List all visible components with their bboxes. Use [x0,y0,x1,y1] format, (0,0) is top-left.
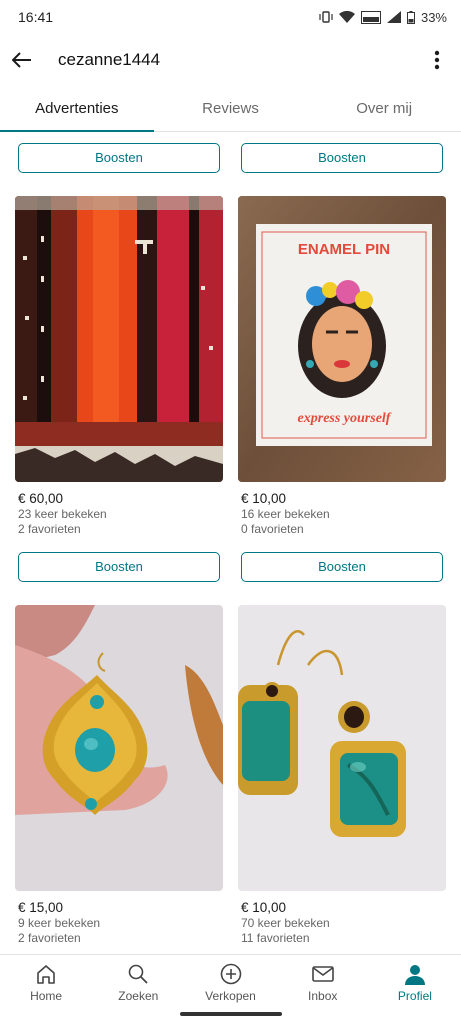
listing-favorites: 2 favorieten [18,931,81,945]
boost-button[interactable]: Boosten [18,552,220,582]
boost-button[interactable]: Boosten [18,143,220,173]
status-bar: 16:41 33% [0,0,461,34]
battery-percent: 33% [420,9,447,25]
listing-info: € 15,00 9 keer bekeken 2 favorieten [18,899,226,946]
home-indicator [180,1012,282,1016]
signal-icon [386,11,401,23]
home-icon [37,965,55,984]
tab-reviews[interactable]: Reviews [154,86,308,131]
nav-label: Profiel [397,989,432,1003]
app-bar: cezanne1444 [0,34,461,86]
status-time: 16:41 [18,9,54,25]
listing-photo-earring[interactable] [15,605,223,891]
listing-favorites: 11 favorieten [241,931,310,945]
tab-advertenties[interactable]: Advertenties [0,86,154,132]
more-vertical-icon [434,50,440,70]
status-icons: 33% [319,10,447,25]
listing-favorites: 2 favorieten [18,522,81,536]
pin-card-title: ENAMEL PIN [298,241,390,258]
listing-views: 9 keer bekeken [18,916,101,930]
listing-info: € 10,00 70 keer bekeken 11 favorieten [241,899,449,946]
listing-price: € 10,00 [241,900,287,915]
nav-search[interactable]: Zoeken [92,955,184,1024]
listings-grid: Boosten Boosten € 60,00 23 keer bekeken … [0,132,461,954]
listing-info: € 60,00 23 keer bekeken 2 favorieten [18,490,226,537]
boost-button[interactable]: Boosten [241,552,443,582]
nav-label: Zoeken [118,989,159,1003]
nav-label: Inbox [308,989,338,1003]
page-title: cezanne1444 [58,50,161,69]
vibrate-icon [319,11,333,23]
listing-price: € 60,00 [18,491,64,506]
listing-favorites: 0 favorieten [241,522,304,536]
listing-views: 23 keer bekeken [18,507,107,521]
back-button[interactable] [2,40,42,80]
person-icon [404,965,425,985]
mail-icon [311,966,334,982]
tab-over-mij[interactable]: Over mij [307,86,461,131]
battery-icon [406,10,415,24]
search-icon [128,964,148,984]
arrow-left-icon [12,52,31,68]
listing-photo-enamel-pin[interactable]: ENAMEL PIN express yourself [238,196,446,482]
listing-photo-earrings-pair[interactable] [238,605,446,891]
listing-price: € 10,00 [241,491,287,506]
lte-icon [360,10,381,24]
listing-views: 70 keer bekeken [241,916,330,930]
wifi-icon [338,11,355,23]
boost-button[interactable]: Boosten [241,143,443,173]
nav-profile[interactable]: Profiel [369,955,461,1024]
nav-inbox[interactable]: Inbox [277,955,369,1024]
listing-info: € 10,00 16 keer bekeken 0 favorieten [241,490,449,537]
nav-label: Verkopen [205,989,256,1003]
more-options-button[interactable] [419,40,455,80]
pin-card-caption: express yourself [298,411,392,426]
nav-label: Home [30,989,63,1003]
listing-price: € 15,00 [18,900,64,915]
profile-tabs: Advertenties Reviews Over mij [0,86,461,132]
nav-home[interactable]: Home [0,955,92,1024]
plus-circle-icon [220,963,241,985]
listing-photo-kilim[interactable] [15,196,223,482]
listing-views: 16 keer bekeken [241,507,330,521]
